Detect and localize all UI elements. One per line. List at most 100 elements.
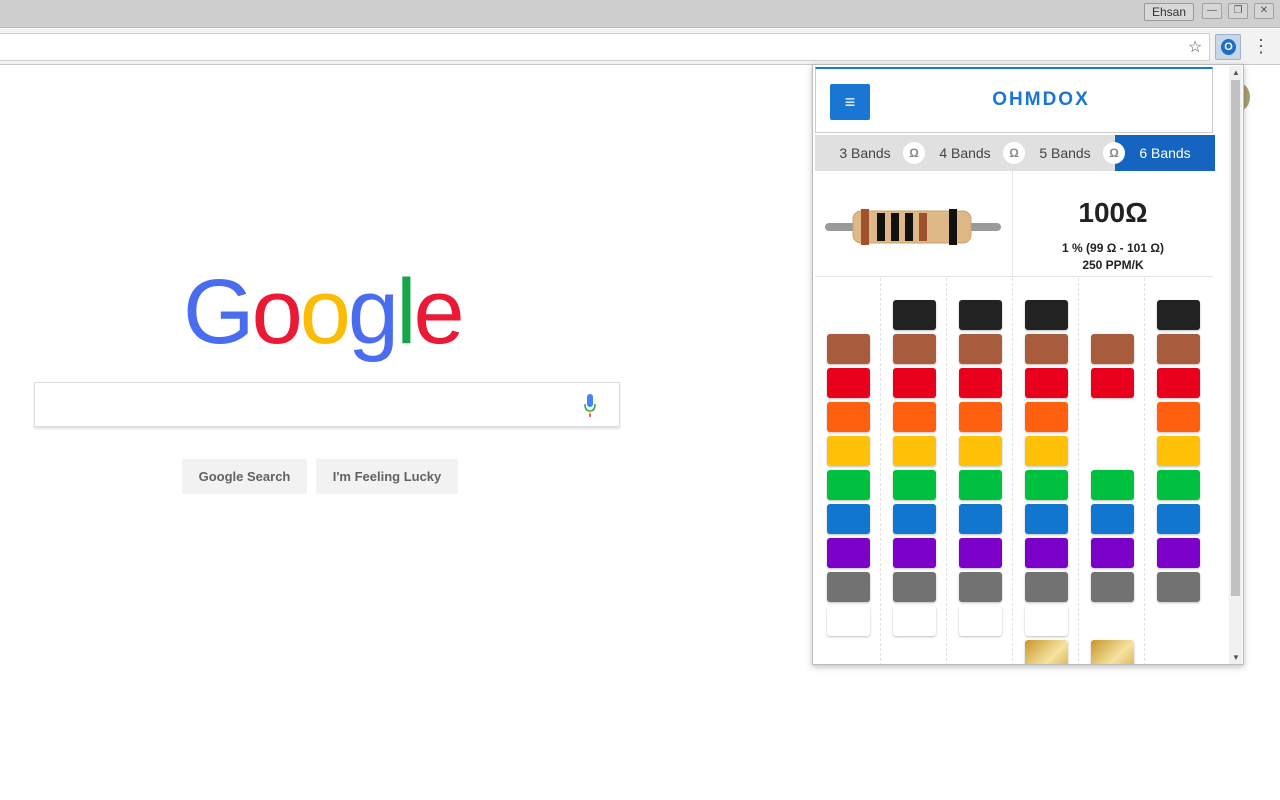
swatch-red[interactable] — [959, 368, 1002, 398]
resistor-icon — [825, 209, 1001, 245]
swatch-black[interactable] — [1025, 300, 1068, 330]
swatch-blue[interactable] — [1091, 504, 1134, 534]
swatch-grey[interactable] — [827, 572, 870, 602]
band-1-digit-column — [815, 278, 881, 664]
swatch-green[interactable] — [1091, 470, 1134, 500]
resistor-graphic-area — [815, 171, 1013, 277]
logo-letter: o — [299, 261, 351, 363]
resistor-band — [877, 213, 885, 241]
swatch-brown[interactable] — [1025, 334, 1068, 364]
feeling-lucky-button[interactable]: I'm Feeling Lucky — [316, 459, 458, 494]
omega-icon: Ω — [1003, 142, 1025, 164]
resistor-band — [949, 209, 957, 245]
resistor-band — [905, 213, 913, 241]
swatch-brown[interactable] — [959, 334, 1002, 364]
swatch-orange[interactable] — [827, 402, 870, 432]
swatch-orange[interactable] — [1025, 402, 1068, 432]
swatch-green[interactable] — [827, 470, 870, 500]
swatch-green[interactable] — [959, 470, 1002, 500]
swatch-brown[interactable] — [893, 334, 936, 364]
swatch-white[interactable] — [959, 606, 1002, 636]
tab-4-bands[interactable]: 4 Bands — [915, 135, 1015, 171]
swatch-red[interactable] — [1157, 368, 1200, 398]
swatch-white[interactable] — [1025, 606, 1068, 636]
swatch-brown[interactable] — [1091, 334, 1134, 364]
restore-button[interactable]: ❐ — [1228, 3, 1248, 19]
swatch-green[interactable] — [1157, 470, 1200, 500]
swatch-grey[interactable] — [959, 572, 1002, 602]
ohmdox-icon: O — [1221, 39, 1236, 55]
scroll-thumb[interactable] — [1231, 80, 1240, 596]
omega-icon: Ω — [903, 142, 925, 164]
tolerance-value: 1 % (99 Ω - 101 Ω) — [1062, 241, 1164, 255]
google-logo: Google — [183, 261, 465, 363]
band-2-digit-column — [881, 278, 947, 664]
swatch-yellow[interactable] — [893, 436, 936, 466]
swatch-gold[interactable] — [1091, 640, 1134, 664]
kebab-menu-icon[interactable]: ⋮ — [1252, 35, 1270, 57]
swatch-yellow[interactable] — [1157, 436, 1200, 466]
swatch-red[interactable] — [827, 368, 870, 398]
hamburger-icon[interactable]: ≡ — [830, 84, 870, 120]
swatch-black[interactable] — [1157, 300, 1200, 330]
app-title: OHMDOX — [992, 89, 1090, 110]
swatch-gold[interactable] — [1025, 640, 1068, 664]
swatch-yellow[interactable] — [1025, 436, 1068, 466]
tab-6-bands[interactable]: 6 Bands — [1115, 135, 1215, 171]
swatch-violet[interactable] — [893, 538, 936, 568]
microphone-icon[interactable] — [583, 394, 597, 418]
swatch-blue[interactable] — [959, 504, 1002, 534]
swatch-red[interactable] — [1091, 368, 1134, 398]
google-search-button[interactable]: Google Search — [182, 459, 307, 494]
swatch-white[interactable] — [893, 606, 936, 636]
swatch-brown[interactable] — [827, 334, 870, 364]
swatch-violet[interactable] — [1157, 538, 1200, 568]
resistor-preview: 100Ω 1 % (99 Ω - 101 Ω) 250 PPM/K — [815, 171, 1213, 277]
ohmdox-popup: ≡ OHMDOX 3 Bands 4 Bands 5 Bands 6 Bands… — [812, 64, 1244, 665]
swatch-black[interactable] — [893, 300, 936, 330]
swatch-violet[interactable] — [1025, 538, 1068, 568]
popup-scrollbar[interactable]: ▲ ▼ — [1229, 66, 1242, 664]
profile-name-button[interactable]: Ehsan — [1144, 3, 1194, 21]
scroll-down-arrow[interactable]: ▼ — [1232, 653, 1240, 662]
swatch-violet[interactable] — [1091, 538, 1134, 568]
swatch-grey[interactable] — [893, 572, 936, 602]
search-input[interactable] — [34, 382, 620, 427]
window-titlebar: Ehsan — ❐ ✕ — [0, 0, 1280, 28]
swatch-red[interactable] — [1025, 368, 1068, 398]
swatch-yellow[interactable] — [827, 436, 870, 466]
swatch-violet[interactable] — [959, 538, 1002, 568]
swatch-brown[interactable] — [1157, 334, 1200, 364]
logo-letter: e — [413, 261, 465, 363]
scroll-up-arrow[interactable]: ▲ — [1232, 68, 1240, 77]
star-icon[interactable]: ☆ — [1188, 37, 1202, 57]
swatch-green[interactable] — [1025, 470, 1068, 500]
minimize-button[interactable]: — — [1202, 3, 1222, 19]
swatch-blue[interactable] — [827, 504, 870, 534]
swatch-violet[interactable] — [827, 538, 870, 568]
swatch-blue[interactable] — [1157, 504, 1200, 534]
swatch-white[interactable] — [827, 606, 870, 636]
swatch-yellow[interactable] — [959, 436, 1002, 466]
swatch-orange[interactable] — [959, 402, 1002, 432]
band-multiplier-column — [1013, 278, 1079, 664]
swatch-blue[interactable] — [1025, 504, 1068, 534]
swatch-black[interactable] — [959, 300, 1002, 330]
ohmdox-extension-button[interactable]: O — [1215, 34, 1241, 60]
logo-letter: g — [347, 261, 399, 363]
app-header: ≡ OHMDOX — [815, 67, 1213, 133]
swatch-red[interactable] — [893, 368, 936, 398]
swatch-grey[interactable] — [1091, 572, 1134, 602]
close-button[interactable]: ✕ — [1254, 3, 1274, 19]
address-bar[interactable] — [0, 33, 1210, 61]
tab-5-bands[interactable]: 5 Bands — [1015, 135, 1115, 171]
swatch-grey[interactable] — [1157, 572, 1200, 602]
tab-3-bands[interactable]: 3 Bands — [815, 135, 915, 171]
browser-toolbar: ☆ O ⋮ — [0, 29, 1280, 65]
swatch-green[interactable] — [893, 470, 936, 500]
swatch-orange[interactable] — [893, 402, 936, 432]
logo-letter: o — [251, 261, 303, 363]
swatch-blue[interactable] — [893, 504, 936, 534]
swatch-orange[interactable] — [1157, 402, 1200, 432]
swatch-grey[interactable] — [1025, 572, 1068, 602]
